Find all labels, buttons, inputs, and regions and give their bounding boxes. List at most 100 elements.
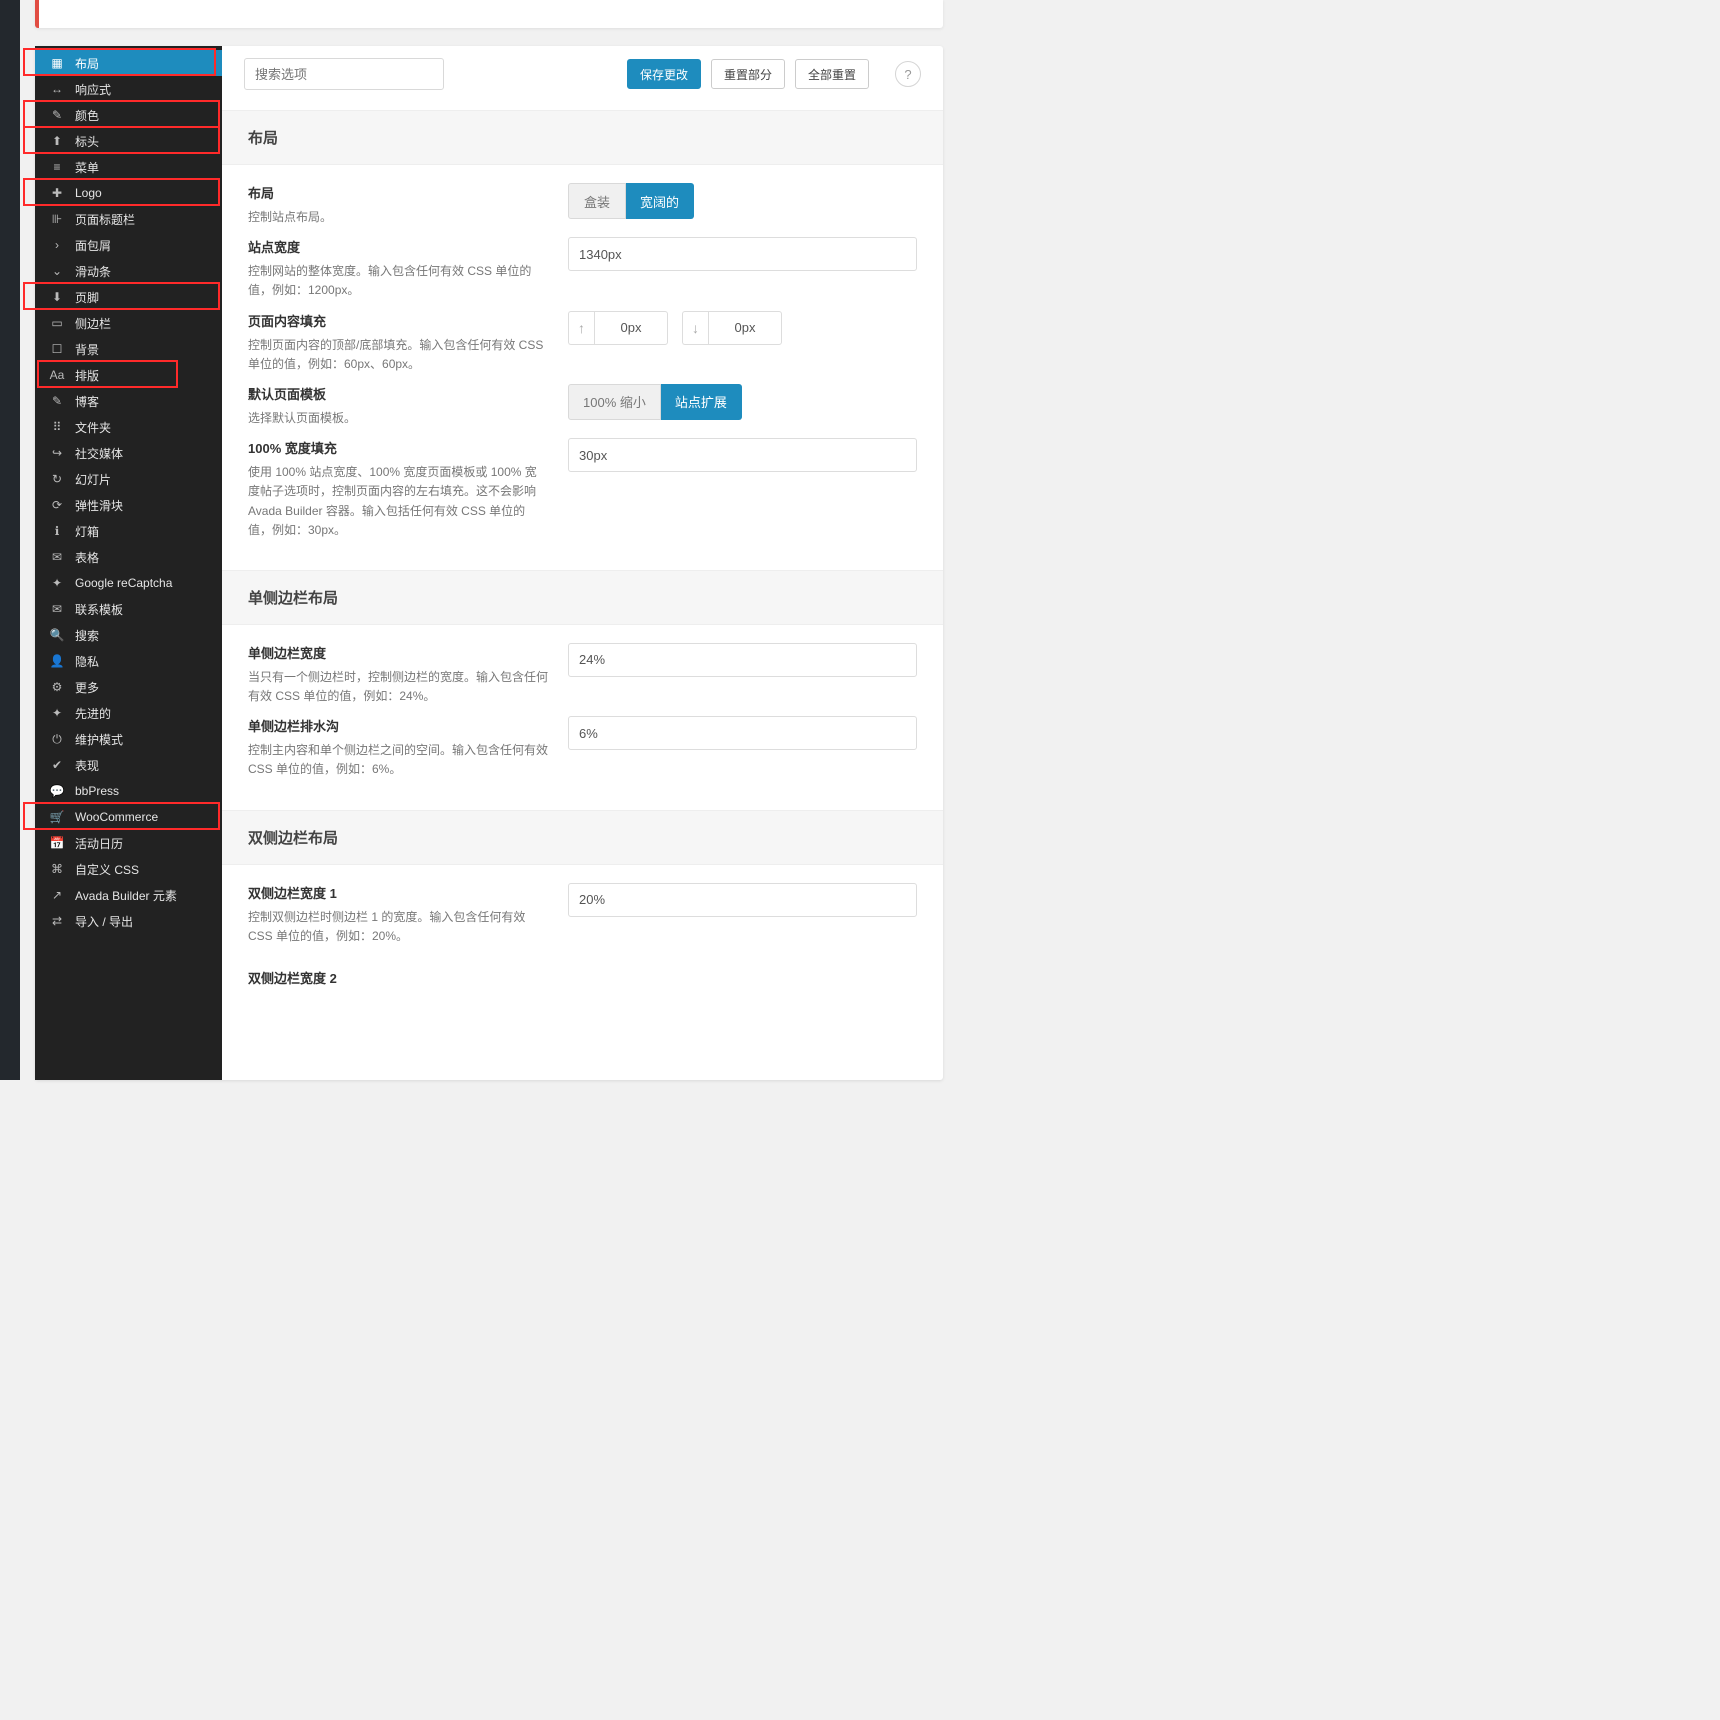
sidebar-label-17: 弹性滑块 xyxy=(75,497,123,514)
sidebar-icon-10: ▭ xyxy=(49,316,65,330)
sidebar-icon-21: ✉ xyxy=(49,602,65,616)
options-content: 保存更改 重置部分 全部重置 ? 布局 布局 控制站点布局。 盒装 宽阔的 xyxy=(222,46,943,1080)
sidebar-item-2[interactable]: ✎颜色 xyxy=(35,102,222,128)
sidebar-item-23[interactable]: 👤 隐私 xyxy=(35,648,222,674)
layout-title: 布局 xyxy=(248,183,548,202)
sidebar-item-0[interactable]: ▦布局 xyxy=(35,50,222,76)
sidebar-label-33: 导入 / 导出 xyxy=(75,913,133,930)
sidebar-item-33[interactable]: ⇄ 导入 / 导出 xyxy=(35,908,222,934)
sidebar-item-1[interactable]: ↔响应式 xyxy=(35,76,222,102)
sidebar-icon-17: ⟳ xyxy=(49,498,65,512)
sidebar-item-11[interactable]: ☐ 背景 xyxy=(35,336,222,362)
sidebar-icon-8: ⌄ xyxy=(49,264,65,278)
sidebar-icon-28: 💬 xyxy=(49,784,65,798)
dual-width2-title: 双侧边栏宽度 2 xyxy=(222,954,943,987)
field-single-gutter: 单侧边栏排水沟 控制主内容和单个侧边栏之间的空间。输入包含任何有效 CSS 单位… xyxy=(222,714,943,787)
reset-section-button[interactable]: 重置部分 xyxy=(711,59,785,89)
sidebar-item-14[interactable]: ⠿文件夹 xyxy=(35,414,222,440)
sidebar-label-16: 幻灯片 xyxy=(75,471,111,488)
sidebar-item-10[interactable]: ▭ 侧边栏 xyxy=(35,310,222,336)
options-panel: ▦布局↔响应式✎颜色 ⬆ 标头 ≡菜单✚Logo⊪页面标题栏›面包屑 ⌄ 滑动条 ⬇ 页脚 ▭ 侧… xyxy=(35,46,943,1080)
sidebar-item-21[interactable]: ✉联系模板 xyxy=(35,596,222,622)
help-icon[interactable]: ? xyxy=(895,61,921,87)
sidebar-item-26[interactable]: ⏻维护模式 xyxy=(35,726,222,752)
sidebar-icon-18: ℹ xyxy=(49,524,65,538)
sidebar-icon-33: ⇄ xyxy=(49,914,65,928)
sidebar-label-11: 背景 xyxy=(75,341,99,358)
sidebar-item-13[interactable]: ✎博客 xyxy=(35,388,222,414)
sidebar-item-28[interactable]: 💬bbPress xyxy=(35,778,222,804)
sidebar-icon-23: 👤 xyxy=(49,654,65,668)
sidebar-icon-3: ⬆ xyxy=(49,134,65,148)
sidebar-item-20[interactable]: ✦Google reCaptcha xyxy=(35,570,222,596)
sidebar-label-29: WooCommerce xyxy=(75,810,158,824)
sidebar-item-8[interactable]: ⌄ 滑动条 xyxy=(35,258,222,284)
sidebar-item-18[interactable]: ℹ灯箱 xyxy=(35,518,222,544)
sidebar-label-10: 侧边栏 xyxy=(75,315,111,332)
sidebar-label-31: 自定义 CSS xyxy=(75,861,139,878)
sidebar-label-8: 滑动条 xyxy=(75,263,111,280)
save-button[interactable]: 保存更改 xyxy=(627,59,701,89)
reset-all-button[interactable]: 全部重置 xyxy=(795,59,869,89)
sidebar-label-9: 页脚 xyxy=(75,289,99,306)
sidebar-label-20: Google reCaptcha xyxy=(75,576,172,590)
sidebar-label-0: 布局 xyxy=(75,55,99,72)
sidebar-item-12[interactable]: Aa排版 xyxy=(35,362,222,388)
sidebar-item-4[interactable]: ≡菜单 xyxy=(35,154,222,180)
sidebar-item-3[interactable]: ⬆ 标头 xyxy=(35,128,222,154)
template-100-button[interactable]: 100% 缩小 xyxy=(568,384,661,420)
sidebar-item-7[interactable]: ›面包屑 xyxy=(35,232,222,258)
section-single-sidebar: 单侧边栏布局 xyxy=(222,570,943,625)
sidebar-item-25[interactable]: ✦先进的 xyxy=(35,700,222,726)
sidebar-icon-9: ⬇ xyxy=(49,290,65,304)
padding-top-input[interactable] xyxy=(594,311,668,345)
dual-width1-input[interactable] xyxy=(568,883,917,917)
sidebar-item-9[interactable]: ⬇ 页脚 xyxy=(35,284,222,310)
sidebar-item-32[interactable]: ↗Avada Builder 元素 xyxy=(35,882,222,908)
full-padding-input[interactable] xyxy=(568,438,917,472)
sidebar-item-29[interactable]: 🛒WooCommerce xyxy=(35,804,222,830)
sidebar-item-16[interactable]: ↻ 幻灯片 xyxy=(35,466,222,492)
sidebar-label-30: 活动日历 xyxy=(75,835,123,852)
top-notice-card xyxy=(35,0,943,28)
sidebar-item-22[interactable]: 🔍搜索 xyxy=(35,622,222,648)
single-gutter-input[interactable] xyxy=(568,716,917,750)
sidebar-icon-31: ⌘ xyxy=(49,862,65,876)
sidebar-item-27[interactable]: ✔表现 xyxy=(35,752,222,778)
sidebar-item-17[interactable]: ⟳ 弹性滑块 xyxy=(35,492,222,518)
sidebar-icon-16: ↻ xyxy=(49,472,65,486)
sidebar-label-14: 文件夹 xyxy=(75,419,111,436)
sidebar-label-3: 标头 xyxy=(75,133,99,150)
site-width-input[interactable] xyxy=(568,237,917,271)
arrow-up-icon: ↑ xyxy=(568,311,594,345)
layout-boxed-button[interactable]: 盒装 xyxy=(568,183,626,219)
layout-desc: 控制站点布局。 xyxy=(248,208,548,227)
layout-wide-button[interactable]: 宽阔的 xyxy=(626,183,694,219)
sidebar-icon-7: › xyxy=(49,238,65,252)
toolbar: 保存更改 重置部分 全部重置 ? xyxy=(222,46,943,102)
single-width-input[interactable] xyxy=(568,643,917,677)
options-sidebar: ▦布局↔响应式✎颜色 ⬆ 标头 ≡菜单✚Logo⊪页面标题栏›面包屑 ⌄ 滑动条 ⬇ 页脚 ▭ 侧… xyxy=(35,46,222,1080)
sidebar-item-30[interactable]: 📅活动日历 xyxy=(35,830,222,856)
template-sitewide-button[interactable]: 站点扩展 xyxy=(661,384,742,420)
sidebar-label-13: 博客 xyxy=(75,393,99,410)
field-single-width: 单侧边栏宽度 当只有一个侧边栏时，控制侧边栏的宽度。输入包含任何有效 CSS 单… xyxy=(222,625,943,714)
sidebar-item-5[interactable]: ✚Logo xyxy=(35,180,222,206)
sidebar-item-31[interactable]: ⌘ 自定义 CSS xyxy=(35,856,222,882)
sidebar-icon-26: ⏻ xyxy=(49,732,65,747)
dual-width1-desc: 控制双侧边栏时侧边栏 1 的宽度。输入包含任何有效 CSS 单位的值，例如：20… xyxy=(248,908,548,946)
padding-bottom-input[interactable] xyxy=(708,311,782,345)
sidebar-label-23: 隐私 xyxy=(75,653,99,670)
sidebar-item-19[interactable]: ✉表格 xyxy=(35,544,222,570)
sidebar-icon-1: ↔ xyxy=(49,82,65,96)
sidebar-item-24[interactable]: ⚙更多 xyxy=(35,674,222,700)
sidebar-icon-11: ☐ xyxy=(49,342,65,356)
sidebar-icon-24: ⚙ xyxy=(49,680,65,694)
sidebar-item-6[interactable]: ⊪页面标题栏 xyxy=(35,206,222,232)
search-input[interactable] xyxy=(244,58,444,90)
single-gutter-desc: 控制主内容和单个侧边栏之间的空间。输入包含任何有效 CSS 单位的值，例如：6%… xyxy=(248,741,548,779)
sidebar-icon-12: Aa xyxy=(49,368,65,382)
sidebar-item-15[interactable]: ↪社交媒体 xyxy=(35,440,222,466)
sidebar-label-4: 菜单 xyxy=(75,159,99,176)
dual-width1-title: 双侧边栏宽度 1 xyxy=(248,883,548,902)
